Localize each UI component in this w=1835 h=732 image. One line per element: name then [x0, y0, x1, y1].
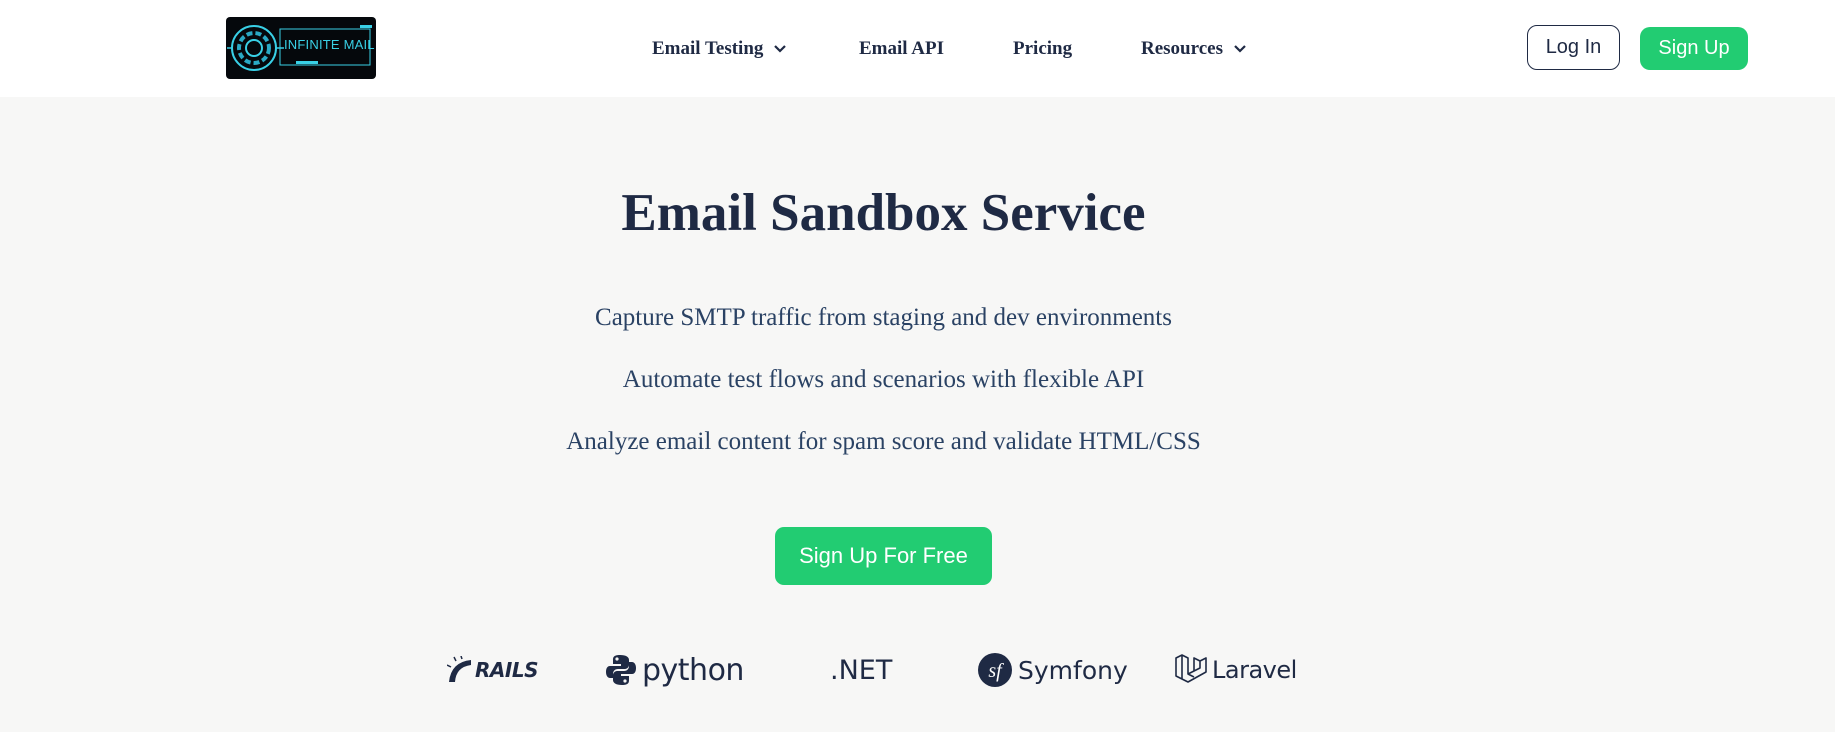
laravel-icon — [1175, 654, 1207, 683]
top-navigation-bar: INFINITE MAIL Email Testing Email API Pr… — [0, 0, 1835, 97]
nav-resources-label: Resources — [1141, 38, 1223, 59]
page-title: Email Sandbox Service — [621, 184, 1146, 242]
chevron-down-icon — [774, 45, 787, 53]
symfony-label: Symfony — [1018, 655, 1128, 685]
dotnet-logo: .NET — [830, 650, 892, 690]
symfony-logo: sf Symfony — [978, 650, 1128, 690]
nav-email-testing-label: Email Testing — [652, 38, 764, 59]
nav-resources[interactable]: Resources — [1141, 36, 1247, 62]
rails-label: RAILS — [475, 658, 538, 682]
logo-text: INFINITE MAIL — [284, 37, 375, 52]
logo[interactable]: INFINITE MAIL — [226, 17, 376, 79]
signup-free-button[interactable]: Sign Up For Free — [775, 527, 992, 585]
rails-track-icon — [447, 656, 471, 682]
nav-email-api-label: Email API — [859, 38, 944, 59]
python-logo: python — [606, 650, 744, 690]
feature-line: Capture SMTP traffic from staging and de… — [595, 304, 1172, 331]
chevron-down-icon — [1234, 45, 1246, 53]
feature-line: Analyze email content for spam score and… — [566, 428, 1201, 455]
python-label: python — [642, 652, 744, 688]
nav-email-testing[interactable]: Email Testing — [652, 36, 787, 62]
nav-pricing[interactable]: Pricing — [1013, 36, 1072, 62]
nav-email-api[interactable]: Email API — [859, 36, 944, 62]
signup-button[interactable]: Sign Up — [1640, 27, 1748, 70]
laravel-label: Laravel — [1212, 656, 1297, 684]
rails-logo: RAILS — [447, 650, 538, 690]
python-snake-icon — [606, 655, 636, 685]
nav-pricing-label: Pricing — [1013, 38, 1073, 59]
dotnet-label: .NET — [830, 654, 893, 686]
laravel-logo: Laravel — [1174, 650, 1297, 690]
login-button[interactable]: Log In — [1527, 25, 1620, 70]
symfony-icon: sf — [978, 653, 1012, 687]
feature-line: Automate test flows and scenarios with f… — [622, 366, 1145, 393]
